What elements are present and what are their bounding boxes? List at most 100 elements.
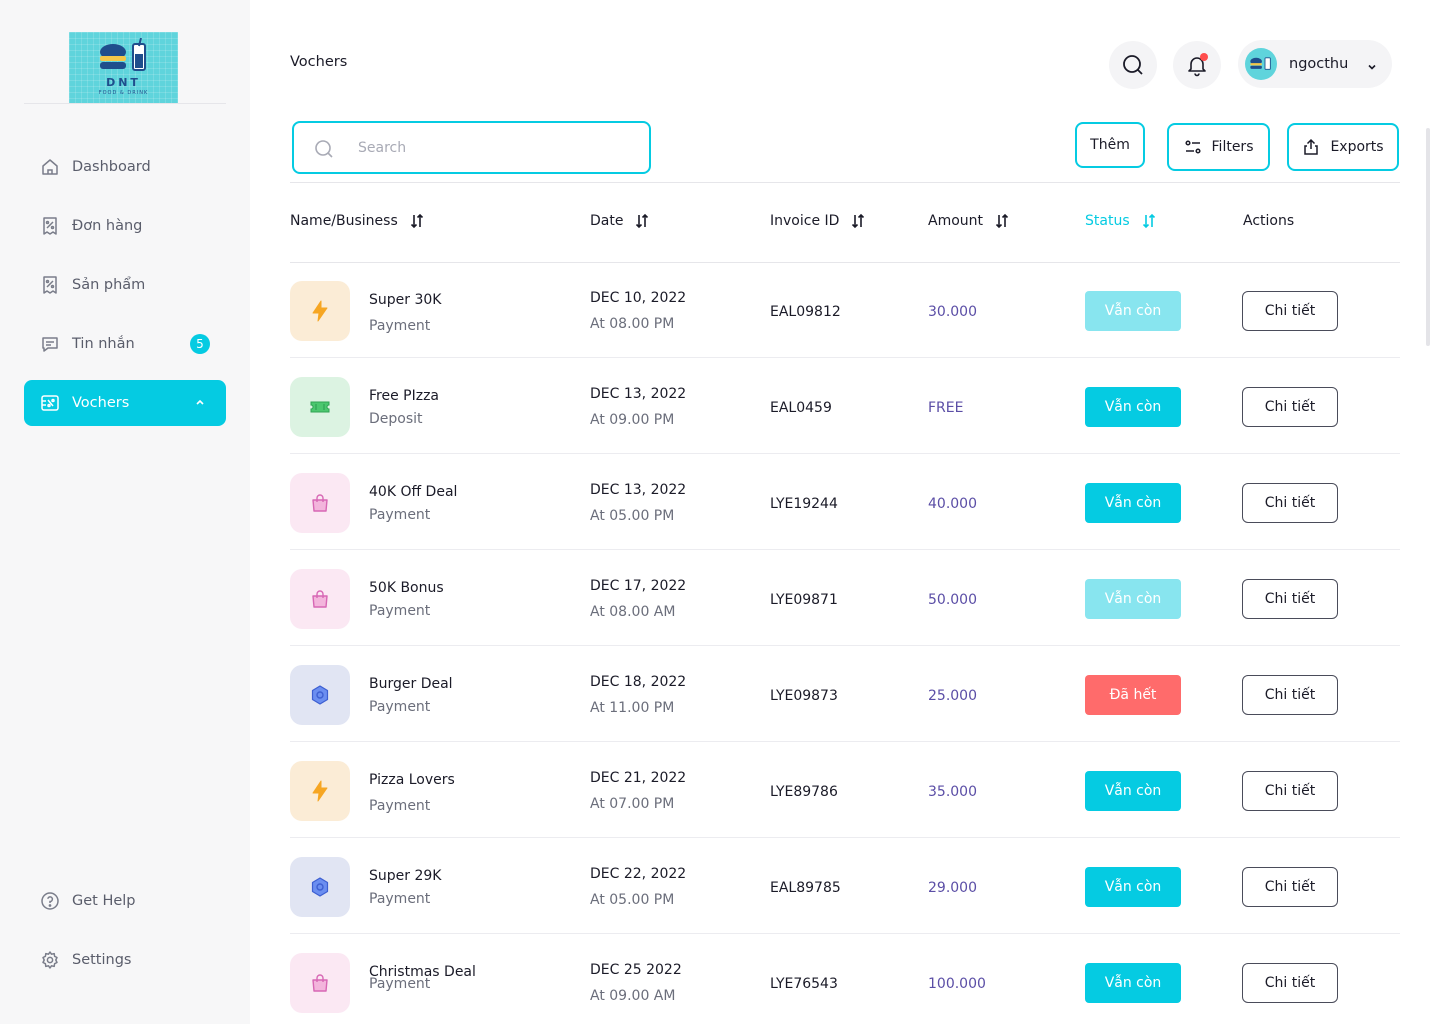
sort-icon	[851, 213, 865, 229]
table-row: 50K Bonus Payment DEC 17, 2022 At 08.00 …	[290, 550, 1400, 646]
voucher-time: At 05.00 PM	[590, 892, 675, 908]
sidebar-item-label: Get Help	[72, 893, 136, 909]
sidebar-item-label: Dashboard	[72, 159, 151, 175]
sidebar-item-orders[interactable]: Đơn hàng	[24, 203, 226, 249]
column-header-date[interactable]: Date	[590, 213, 649, 229]
voucher-name: Pizza Lovers	[369, 772, 455, 788]
invoice-id: LYE76543	[770, 976, 838, 992]
table-row: Super 29K Payment DEC 22, 2022 At 05.00 …	[290, 838, 1400, 934]
export-icon	[1302, 138, 1320, 156]
amount: 40.000	[928, 496, 977, 512]
voucher-date: DEC 17, 2022	[590, 578, 687, 594]
amount: 30.000	[928, 304, 977, 320]
voucher-time: At 09.00 PM	[590, 412, 675, 428]
detail-button[interactable]: Chi tiết	[1242, 771, 1338, 811]
column-header-actions: Actions	[1243, 213, 1294, 229]
voucher-type-tile	[290, 665, 350, 725]
sidebar-item-dashboard[interactable]: Dashboard	[24, 144, 226, 190]
avatar	[1245, 48, 1277, 80]
add-button-label: Thêm	[1090, 137, 1130, 153]
search-input[interactable]	[358, 137, 628, 159]
column-header-name[interactable]: Name/Business	[290, 213, 424, 229]
voucher-type-tile	[290, 377, 350, 437]
voucher-name: Super 29K	[369, 868, 442, 884]
sort-icon	[635, 213, 649, 229]
sidebar-item-messages[interactable]: Tin nhắn 5	[24, 321, 226, 367]
column-header-label: Status	[1085, 213, 1130, 229]
receipt-icon	[40, 216, 60, 236]
add-button[interactable]: Thêm	[1075, 122, 1145, 168]
invoice-id: LYE89786	[770, 784, 838, 800]
exports-button[interactable]: Exports	[1287, 123, 1399, 171]
amount: 100.000	[928, 976, 986, 992]
home-icon	[40, 157, 60, 177]
voucher-type-tile	[290, 953, 350, 1013]
detail-button[interactable]: Chi tiết	[1242, 387, 1338, 427]
exports-label: Exports	[1330, 139, 1384, 155]
status-badge: Vẫn còn	[1085, 291, 1181, 331]
detail-button[interactable]: Chi tiết	[1242, 483, 1338, 523]
column-header-invoice[interactable]: Invoice ID	[770, 213, 865, 229]
voucher-time: At 11.00 PM	[590, 700, 675, 716]
invoice-id: LYE09871	[770, 592, 838, 608]
sidebar-item-settings[interactable]: Settings	[24, 937, 226, 983]
lightning-icon	[312, 300, 328, 322]
search-icon	[1123, 55, 1143, 75]
status-badge: Đã hết	[1085, 675, 1181, 715]
sidebar-item-products[interactable]: Sản phẩm	[24, 262, 226, 308]
detail-button[interactable]: Chi tiết	[1242, 675, 1338, 715]
voucher-time: At 09.00 AM	[590, 988, 676, 1004]
sidebar: DNT FOOD & DRINK Dashboard Đơn hàng Sản …	[0, 0, 250, 1024]
avatar-logo-icon	[1250, 57, 1271, 70]
sidebar-item-label: Vochers	[72, 395, 130, 411]
status-badge: Vẫn còn	[1085, 963, 1181, 1003]
notification-dot	[1200, 53, 1208, 61]
help-icon	[40, 891, 60, 911]
filters-button[interactable]: Filters	[1167, 123, 1270, 171]
voucher-name: Super 30K	[369, 292, 442, 308]
voucher-time: At 05.00 PM	[590, 508, 675, 524]
voucher-date: DEC 18, 2022	[590, 674, 687, 690]
table-row: Christmas Deal Payment DEC 25 2022 At 09…	[290, 934, 1400, 1024]
detail-button[interactable]: Chi tiết	[1242, 867, 1338, 907]
column-header-status[interactable]: Status	[1085, 213, 1156, 229]
detail-button[interactable]: Chi tiết	[1242, 579, 1338, 619]
ticket-icon	[310, 401, 330, 413]
voucher-date: DEC 21, 2022	[590, 770, 687, 786]
search-field[interactable]	[292, 121, 651, 174]
sidebar-item-vouchers[interactable]: Vochers	[24, 380, 226, 426]
logo-title: DNT	[106, 76, 141, 89]
page-title: Vochers	[290, 54, 348, 70]
voucher-name: Burger Deal	[369, 676, 453, 692]
sidebar-item-help[interactable]: Get Help	[24, 878, 226, 924]
voucher-time: At 08.00 AM	[590, 604, 676, 620]
user-menu[interactable]: ngocthu	[1238, 40, 1392, 88]
search-button[interactable]	[1109, 41, 1157, 89]
filters-label: Filters	[1211, 139, 1254, 155]
detail-button[interactable]: Chi tiết	[1242, 963, 1338, 1003]
receipt-icon	[40, 275, 60, 295]
invoice-id: LYE09873	[770, 688, 838, 704]
voucher-type-tile	[290, 569, 350, 629]
voucher-type: Payment	[369, 318, 431, 334]
voucher-date: DEC 25 2022	[590, 962, 682, 978]
brand-logo[interactable]: DNT FOOD & DRINK	[69, 32, 178, 103]
scrollbar[interactable]	[1426, 128, 1430, 346]
table-row: Pizza Lovers Payment DEC 21, 2022 At 07.…	[290, 742, 1400, 838]
column-header-label: Invoice ID	[770, 213, 840, 229]
status-badge: Vẫn còn	[1085, 867, 1181, 907]
shopping-bag-icon	[312, 494, 328, 512]
status-badge: Vẫn còn	[1085, 483, 1181, 523]
table-row: 40K Off Deal Payment DEC 13, 2022 At 05.…	[290, 454, 1400, 550]
voucher-time: At 07.00 PM	[590, 796, 675, 812]
notifications-button[interactable]	[1173, 41, 1221, 89]
voucher-type: Payment	[369, 603, 431, 619]
amount: FREE	[928, 400, 964, 416]
column-header-amount[interactable]: Amount	[928, 213, 1009, 229]
column-header-label: Actions	[1243, 213, 1295, 229]
voucher-type: Deposit	[369, 411, 423, 427]
detail-button[interactable]: Chi tiết	[1242, 291, 1338, 331]
column-header-label: Amount	[928, 213, 984, 229]
table-row: Burger Deal Payment DEC 18, 2022 At 11.0…	[290, 646, 1400, 742]
voucher-type-tile	[290, 473, 350, 533]
